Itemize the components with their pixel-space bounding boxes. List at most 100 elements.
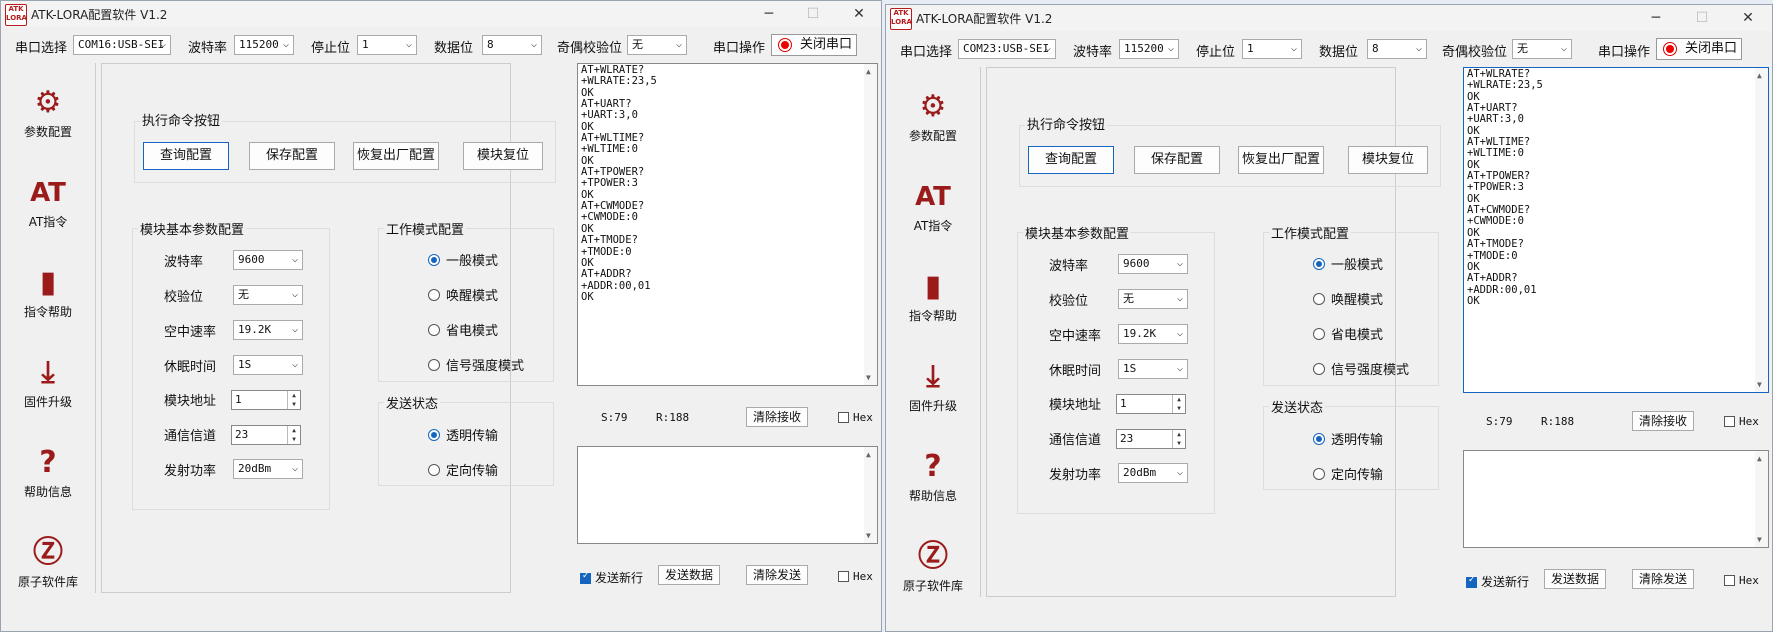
mode-powersave-radio[interactable]: 省电模式 (1313, 324, 1383, 343)
maximize-icon[interactable]: ☐ (793, 2, 833, 26)
scroll-up-icon[interactable]: ▲ (866, 449, 871, 460)
send-scrollbar[interactable]: ▲ ▼ (864, 447, 877, 543)
send-scrollbar[interactable]: ▲ ▼ (1755, 451, 1768, 547)
scroll-down-icon[interactable]: ▼ (1757, 379, 1762, 390)
nav-at-command[interactable]: AT AT指令 (886, 179, 980, 234)
transparent-radio[interactable]: 透明传输 (428, 425, 498, 444)
clear-receive-button[interactable]: 清除接收 (746, 407, 808, 427)
receive-textarea[interactable]: AT+WLRATE? +WLRATE:23,5 OK AT+UART? +UAR… (1463, 67, 1769, 393)
receive-scrollbar[interactable]: ▲ ▼ (1755, 68, 1768, 392)
parity-select[interactable]: 无 ⌵ (627, 35, 687, 55)
air-rate-select[interactable]: 19.2K ⌵ (1118, 324, 1188, 344)
serial-toolbar: 串口选择 COM23:USB-SEI ⌵ 波特率 115200 ⌵ 停止位 1 ⌵ 数… (886, 35, 1772, 61)
scroll-up-icon[interactable]: ▲ (1757, 70, 1762, 81)
nav-param-config[interactable]: ⚙ 参数配置 (886, 89, 980, 144)
check-select[interactable]: 无 ⌵ (1118, 289, 1188, 309)
mode-powersave-radio[interactable]: 省电模式 (428, 320, 498, 339)
minimize-icon[interactable]: ─ (1636, 6, 1676, 30)
title-bar[interactable]: ATK LORA ATK-LORA配置软件 V1.2 ─ ☐ ✕ (1, 1, 881, 27)
send-newline-checkbox[interactable]: 发送新行 (580, 569, 643, 586)
close-port-button[interactable]: 关闭串口 (771, 34, 857, 56)
clear-send-button[interactable]: 清除发送 (746, 565, 808, 585)
nav-help-info[interactable]: ? 帮助信息 (886, 449, 980, 504)
close-icon[interactable]: ✕ (839, 2, 879, 26)
baud-select[interactable]: 115200 ⌵ (234, 35, 294, 55)
stopbit-select[interactable]: 1 ⌵ (357, 35, 417, 55)
send-data-button[interactable]: 发送数据 (1544, 569, 1606, 589)
nav-help-info[interactable]: ? 帮助信息 (1, 445, 95, 500)
receive-scrollbar[interactable]: ▲ ▼ (864, 64, 877, 385)
directed-radio[interactable]: 定向传输 (428, 460, 498, 479)
maximize-icon[interactable]: ☐ (1682, 6, 1722, 30)
channel-input[interactable]: 23 ▲ ▼ (231, 425, 301, 445)
scroll-up-icon[interactable]: ▲ (1757, 453, 1762, 464)
tx-power-select[interactable]: 20dBm ⌵ (1118, 463, 1188, 483)
directed-radio[interactable]: 定向传输 (1313, 464, 1383, 483)
clear-receive-button[interactable]: 清除接收 (1632, 411, 1694, 431)
transparent-radio[interactable]: 透明传输 (1313, 429, 1383, 448)
module-baud-select[interactable]: 9600 ⌵ (233, 250, 303, 270)
mode-signal-radio[interactable]: 信号强度模式 (428, 355, 524, 374)
nav-command-help[interactable]: ▮ 指令帮助 (886, 269, 980, 324)
hex-label: Hex (1739, 574, 1759, 587)
nav-software-library[interactable]: Ⓩ 原子软件库 (886, 539, 980, 594)
sleep-time-select[interactable]: 1S ⌵ (233, 355, 303, 375)
stopbit-select[interactable]: 1 ⌵ (1242, 39, 1302, 59)
receive-hex-checkbox[interactable]: Hex (838, 410, 873, 424)
scroll-up-icon[interactable]: ▲ (866, 66, 871, 77)
sleep-time-select[interactable]: 1S ⌵ (1118, 359, 1188, 379)
close-port-button[interactable]: 关闭串口 (1656, 38, 1742, 60)
nav-command-help[interactable]: ▮ 指令帮助 (1, 265, 95, 320)
clear-send-button[interactable]: 清除发送 (1632, 569, 1694, 589)
module-addr-input[interactable]: 1 ▲ ▼ (231, 390, 301, 410)
chevron-down-icon: ⌵ (1176, 293, 1183, 304)
databit-label: 数据位 (1319, 45, 1359, 60)
send-hex-checkbox[interactable]: Hex (1724, 573, 1759, 587)
mode-wakeup-radio[interactable]: 唤醒模式 (428, 285, 498, 304)
hex-label: Hex (1739, 415, 1759, 428)
send-hex-checkbox[interactable]: Hex (838, 569, 873, 583)
receive-textarea[interactable]: AT+WLRATE? +WLRATE:23,5 OK AT+UART? +UAR… (577, 63, 878, 386)
databit-select[interactable]: 8 ⌵ (1367, 39, 1427, 59)
air-rate-select[interactable]: 19.2K ⌵ (233, 320, 303, 340)
mode-signal-radio[interactable]: 信号强度模式 (1313, 359, 1409, 378)
mode-wakeup-radio[interactable]: 唤醒模式 (1313, 289, 1383, 308)
check-select[interactable]: 无 ⌵ (233, 285, 303, 305)
send-textarea[interactable]: ▲ ▼ (1463, 450, 1769, 548)
scroll-down-icon[interactable]: ▼ (866, 530, 871, 541)
spinner-arrows-icon[interactable]: ▲ ▼ (287, 391, 300, 409)
mode-normal-radio[interactable]: 一般模式 (1313, 254, 1383, 273)
nav-firmware-upgrade[interactable]: ⤓ 固件升级 (886, 359, 980, 414)
nav-firmware-upgrade[interactable]: ⤓ 固件升级 (1, 355, 95, 410)
close-icon[interactable]: ✕ (1728, 6, 1768, 30)
spinner-arrows-icon[interactable]: ▲ ▼ (1172, 395, 1185, 413)
minimize-icon[interactable]: ─ (749, 2, 789, 26)
mode-normal-radio[interactable]: 一般模式 (428, 250, 498, 269)
parity-select[interactable]: 无 ⌵ (1512, 39, 1572, 59)
checkbox-unchecked (1724, 416, 1735, 427)
title-bar[interactable]: ATK LORA ATK-LORA配置软件 V1.2 ─ ☐ ✕ (886, 5, 1772, 31)
port-select[interactable]: COM23:USB-SEI ⌵ (958, 39, 1056, 59)
scroll-down-icon[interactable]: ▼ (866, 372, 871, 383)
newline-label: 发送新行 (1481, 575, 1530, 589)
tx-power-select[interactable]: 20dBm ⌵ (233, 459, 303, 479)
baud-select[interactable]: 115200 ⌵ (1119, 39, 1179, 59)
nav-param-config[interactable]: ⚙ 参数配置 (1, 85, 95, 140)
channel-input[interactable]: 23 ▲ ▼ (1116, 429, 1186, 449)
scroll-down-icon[interactable]: ▼ (1757, 534, 1762, 545)
nav-software-library[interactable]: Ⓩ 原子软件库 (1, 535, 95, 590)
send-data-button[interactable]: 发送数据 (658, 565, 720, 585)
chevron-down-icon: ⌵ (159, 39, 166, 50)
port-select[interactable]: COM16:USB-SEI ⌵ (73, 35, 171, 55)
databit-select[interactable]: 8 ⌵ (482, 35, 542, 55)
nav-at-command[interactable]: AT AT指令 (1, 175, 95, 230)
send-textarea[interactable]: ▲ ▼ (577, 446, 878, 544)
module-addr-input[interactable]: 1 ▲ ▼ (1116, 394, 1186, 414)
send-newline-checkbox[interactable]: 发送新行 (1466, 573, 1529, 590)
spinner-arrows-icon[interactable]: ▲ ▼ (1172, 430, 1185, 448)
nav-label: AT指令 (913, 219, 953, 233)
atom-logo-icon: Ⓩ (33, 535, 63, 570)
spinner-arrows-icon[interactable]: ▲ ▼ (287, 426, 300, 444)
receive-hex-checkbox[interactable]: Hex (1724, 414, 1759, 428)
module-baud-select[interactable]: 9600 ⌵ (1118, 254, 1188, 274)
